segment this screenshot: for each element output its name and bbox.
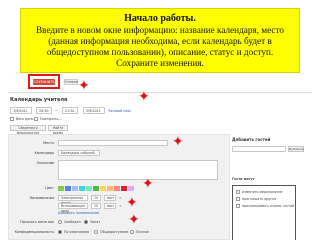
marker-star-icon: ✦: [78, 78, 90, 94]
marker-star-icon: ✦: [138, 89, 150, 105]
show-busy-label: Занят: [90, 220, 101, 224]
privacy-public-label: Общедоступное: [100, 230, 129, 234]
event-title[interactable]: Календарь учителя: [10, 97, 110, 103]
perm-invite-checkbox[interactable]: [236, 197, 240, 201]
privacy-private-label: Личное: [136, 230, 149, 234]
color-label: Цвет: [45, 186, 54, 190]
timezone-link[interactable]: Часовой пояс: [108, 109, 131, 113]
show-free-label: Свободен: [64, 220, 81, 224]
description-field[interactable]: [58, 160, 218, 180]
instruction-callout: Начало работы. Введите в новом окне инфо…: [20, 8, 300, 73]
marker-star-icon: ✦: [172, 134, 184, 150]
find-time-tab[interactable]: Найти время: [48, 125, 68, 135]
marker-star-icon: ✦: [126, 195, 138, 211]
color-swatch[interactable]: [121, 186, 127, 191]
calendar-select[interactable]: Календарь событий: [58, 150, 100, 156]
color-swatch[interactable]: [58, 186, 64, 191]
end-date-field[interactable]: 3/9/2011: [83, 107, 105, 114]
color-swatch[interactable]: [79, 186, 85, 191]
privacy-label: Конфиденциальность: [14, 230, 54, 234]
perm-see-list-checkbox[interactable]: [236, 204, 240, 208]
remove-reminder-icon[interactable]: ×: [119, 196, 122, 200]
color-swatch[interactable]: [72, 186, 78, 191]
privacy-private-radio[interactable]: [130, 230, 134, 234]
end-time-field[interactable]: 21:30: [62, 107, 78, 114]
reminder-unit-2[interactable]: мин.: [104, 203, 116, 209]
remove-reminder-icon[interactable]: ×: [119, 204, 122, 208]
divider: [8, 92, 312, 93]
description-label: Описание: [36, 161, 54, 165]
color-swatch[interactable]: [114, 186, 120, 191]
marker-star-icon: ✦: [128, 212, 140, 228]
start-time-field[interactable]: 20:30: [36, 107, 52, 114]
reminder-type-select-1[interactable]: Электронная почта: [58, 195, 88, 205]
marker-star-icon: ✦: [142, 176, 154, 192]
color-swatch[interactable]: [86, 186, 92, 191]
where-field[interactable]: [58, 140, 168, 146]
calendar-label: Календарь: [34, 151, 54, 155]
start-date-field[interactable]: 3/9/2011: [10, 107, 32, 114]
color-swatch[interactable]: [65, 186, 71, 191]
callout-title: Начало работы.: [124, 13, 196, 24]
to-label: —: [55, 108, 59, 112]
show-busy-radio[interactable]: [84, 220, 88, 224]
save-highlight-frame: СОХРАНИТЬ: [28, 74, 60, 89]
add-reminder-link[interactable]: Добавить напоминание: [58, 211, 99, 215]
reminder-type-select-2[interactable]: Всплывающее окно: [58, 203, 88, 213]
guest-email-input[interactable]: [232, 146, 286, 152]
guests-title: Добавить гостей: [232, 137, 271, 142]
reminder-value-1[interactable]: 10: [91, 195, 101, 201]
color-swatch[interactable]: [100, 186, 106, 191]
show-as-label: Показать меня как: [20, 220, 54, 224]
repeat-label: Повторить...: [40, 117, 62, 121]
perm-modify-label: изменять мероприятие: [242, 190, 283, 194]
callout-body: Введите в новом окне информацию: названи…: [36, 25, 284, 68]
privacy-public-radio[interactable]: [94, 230, 98, 234]
guests-can-title: Гости могут: [232, 177, 255, 181]
color-swatch[interactable]: [107, 186, 113, 191]
event-details-tab[interactable]: Сведения о мероприятии: [10, 125, 46, 135]
repeat-checkbox[interactable]: [34, 117, 38, 121]
perm-modify-checkbox[interactable]: [236, 190, 240, 194]
privacy-default-label: По умолчанию: [64, 230, 90, 234]
privacy-default-radio[interactable]: [58, 230, 62, 234]
save-button[interactable]: СОХРАНИТЬ: [33, 79, 55, 85]
cancel-button[interactable]: Отмена: [64, 79, 78, 85]
reminders-label: Напоминания: [29, 196, 54, 200]
show-free-radio[interactable]: [58, 220, 62, 224]
reminder-value-2[interactable]: 10: [91, 203, 101, 209]
all-day-checkbox[interactable]: [10, 117, 14, 121]
all-day-label: Весь день: [16, 117, 34, 121]
color-swatch[interactable]: [93, 186, 99, 191]
perm-invite-label: приглашать других: [242, 197, 277, 201]
guest-permissions-box: изменять мероприятие приглашать других п…: [232, 185, 296, 240]
perm-see-list-label: просматривать список гостей: [242, 204, 295, 208]
add-guest-button[interactable]: Добавить: [288, 146, 304, 152]
reminder-unit-1[interactable]: мин.: [104, 195, 116, 201]
color-swatch[interactable]: [128, 186, 134, 191]
where-label: Место: [43, 141, 54, 145]
